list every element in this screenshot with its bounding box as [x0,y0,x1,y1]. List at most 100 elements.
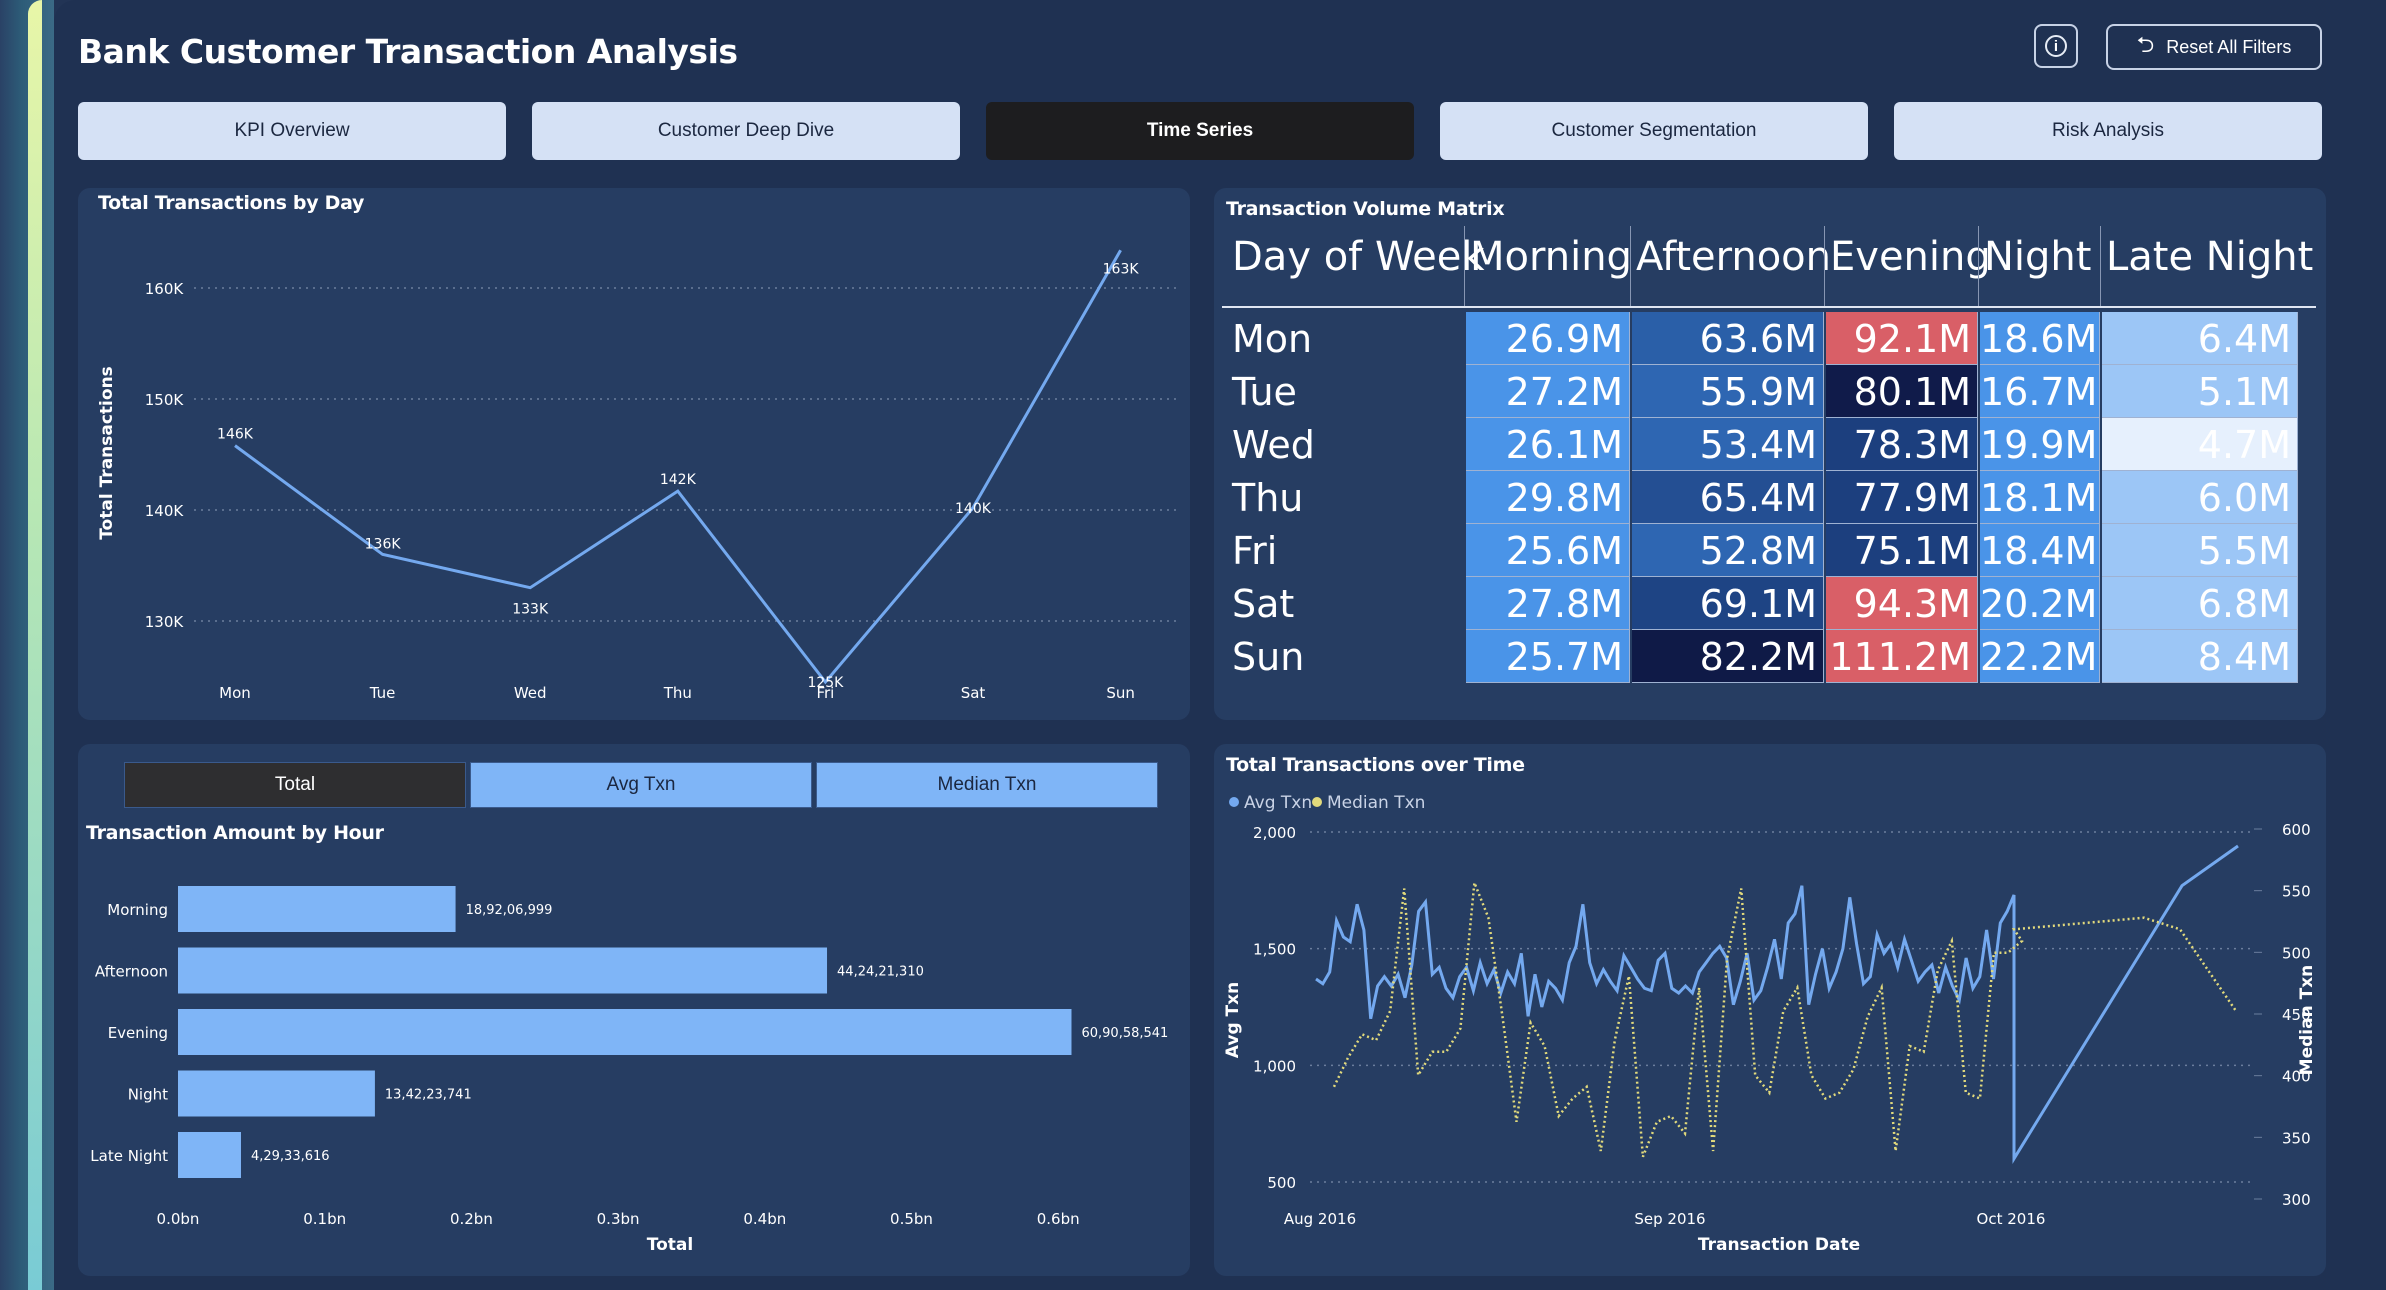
hour-bar [178,1070,375,1117]
nav-customer-segmentation[interactable]: Customer Segmentation [1440,102,1868,160]
nav-time-series[interactable]: Time Series [986,102,1414,160]
matrix-cell[interactable]: 80.1M [1826,365,1978,418]
page-title: Bank Customer Transaction Analysis [78,32,738,71]
matrix-cell[interactable]: 18.4M [1980,524,2100,577]
hour-category-label: Evening [108,1024,168,1042]
time-x-tick-label: Aug 2016 [1284,1210,1356,1228]
matrix-cell[interactable]: 75.1M [1826,524,1978,577]
matrix-header-separator [2100,226,2101,306]
matrix-header-separator [1978,226,1979,306]
matrix-cell[interactable]: 6.8M [2102,577,2298,630]
avg-txn-line [1315,844,2239,1164]
matrix-row-label[interactable]: Wed [1232,418,1315,472]
day-y-tick-label: 150K [145,391,185,409]
hour-x-tick-label: 0.0bn [157,1210,200,1228]
matrix-cell[interactable]: 20.2M [1980,577,2100,630]
matrix-row-label[interactable]: Mon [1232,312,1312,366]
time-line-chart: Avg Txn Median Txn 2,000 1,500 1,000 500 600… [1223,793,2317,1255]
reset-label: Reset All Filters [2166,36,2292,57]
matrix-cell[interactable]: 18.6M [1980,312,2100,365]
day-y-axis-title: Total Transactions [97,366,117,540]
matrix-col-header[interactable]: Evening [1830,234,1991,280]
matrix-cell[interactable]: 78.3M [1826,418,1978,471]
time-left-tick-label: 2,000 [1253,824,1296,842]
matrix-cell[interactable]: 6.0M [2102,471,2298,524]
matrix-cell[interactable]: 111.2M [1826,630,1978,683]
info-button[interactable]: i [2034,24,2078,68]
matrix-cell[interactable]: 25.6M [1466,524,1630,577]
matrix-col-header[interactable]: Morning [1470,234,1632,280]
matrix-row-label[interactable]: Tue [1232,365,1297,419]
matrix-cell[interactable]: 65.4M [1632,471,1824,524]
matrix-cell[interactable]: 55.9M [1632,365,1824,418]
matrix-row-label[interactable]: Sun [1232,630,1304,684]
matrix-cell[interactable]: 52.8M [1632,524,1824,577]
hour-x-axis-title: Total [647,1235,693,1255]
matrix-cell[interactable]: 6.4M [2102,312,2298,365]
nav-customer-deep-dive[interactable]: Customer Deep Dive [532,102,960,160]
day-data-label: 136K [365,536,402,552]
matrix-cell[interactable]: 4.7M [2102,418,2298,471]
matrix-header-separator [1824,226,1825,306]
time-left-tick-label: 1,500 [1253,941,1296,959]
day-y-tick-label: 140K [145,502,185,520]
matrix-cell[interactable]: 5.1M [2102,365,2298,418]
matrix-cell[interactable]: 25.7M [1466,630,1630,683]
hour-x-tick-label: 0.1bn [303,1210,346,1228]
day-y-tick-label: 160K [145,280,185,298]
hour-data-label: 4,29,33,616 [251,1149,330,1164]
time-left-tick-label: 1,000 [1253,1057,1296,1075]
reset-all-filters-button[interactable]: ⮌ Reset All Filters [2106,24,2322,70]
day-line-chart: Total Transactions 160K 150K 140K 130K Mon T… [97,249,1180,702]
matrix-row-label[interactable]: Thu [1232,471,1303,525]
time-right-tick-label: 500 [2282,944,2311,962]
matrix-cell[interactable]: 69.1M [1632,577,1824,630]
day-x-tick-label: Thu [663,684,692,702]
matrix-cell[interactable]: 26.1M [1466,418,1630,471]
legend-median-marker [1312,797,1322,807]
matrix-col-header[interactable]: Day of Week [1232,234,1485,280]
time-left-tick-label: 500 [1267,1174,1296,1192]
matrix-cell[interactable]: 8.4M [2102,630,2298,683]
time-x-tick-label: Sep 2016 [1634,1210,1705,1228]
matrix-row-label[interactable]: Fri [1232,524,1277,578]
day-x-tick-label: Tue [369,684,396,702]
day-data-label: 140K [955,501,992,517]
time-left-axis-title: Avg Txn [1223,982,1243,1058]
day-data-label: 146K [217,427,254,443]
left-edge-glow [0,0,54,1290]
matrix-cell[interactable]: 26.9M [1466,312,1630,365]
hour-data-label: 13,42,23,741 [385,1088,472,1103]
day-x-tick-label: Mon [219,684,251,702]
matrix-cell[interactable]: 63.6M [1632,312,1824,365]
matrix-cell[interactable]: 92.1M [1826,312,1978,365]
matrix-cell[interactable]: 18.1M [1980,471,2100,524]
nav-risk-analysis[interactable]: Risk Analysis [1894,102,2322,160]
matrix-cell[interactable]: 27.8M [1466,577,1630,630]
matrix-cell[interactable]: 82.2M [1632,630,1824,683]
nav-kpi-overview[interactable]: KPI Overview [78,102,506,160]
hour-x-tick-label: 0.2bn [450,1210,493,1228]
matrix-cell[interactable]: 16.7M [1980,365,2100,418]
matrix-col-header[interactable]: Late Night [2106,234,2313,280]
hour-x-tick-label: 0.3bn [597,1210,640,1228]
matrix-col-header[interactable]: Afternoon [1636,234,1831,280]
matrix-cell[interactable]: 19.9M [1980,418,2100,471]
day-x-tick-label: Wed [514,684,547,702]
matrix-row-label[interactable]: Sat [1232,577,1294,631]
hour-category-label: Morning [107,901,168,919]
matrix-cell[interactable]: 27.2M [1466,365,1630,418]
hour-category-label: Night [128,1086,168,1104]
matrix-cell[interactable]: 5.5M [2102,524,2298,577]
matrix-cell[interactable]: 94.3M [1826,577,1978,630]
matrix-col-header[interactable]: Night [1984,234,2091,280]
matrix-cell[interactable]: 77.9M [1826,471,1978,524]
hour-bar-chart: Morning 18,92,06,999 Afternoon 44,24,21,310… [90,886,1168,1255]
matrix-cell[interactable]: 22.2M [1980,630,2100,683]
matrix-header-separator [1630,226,1631,306]
matrix-cell[interactable]: 29.8M [1466,471,1630,524]
legend-avg-marker [1229,797,1239,807]
hour-x-tick-label: 0.5bn [890,1210,933,1228]
day-x-tick-label: Sat [961,684,986,702]
matrix-cell[interactable]: 53.4M [1632,418,1824,471]
